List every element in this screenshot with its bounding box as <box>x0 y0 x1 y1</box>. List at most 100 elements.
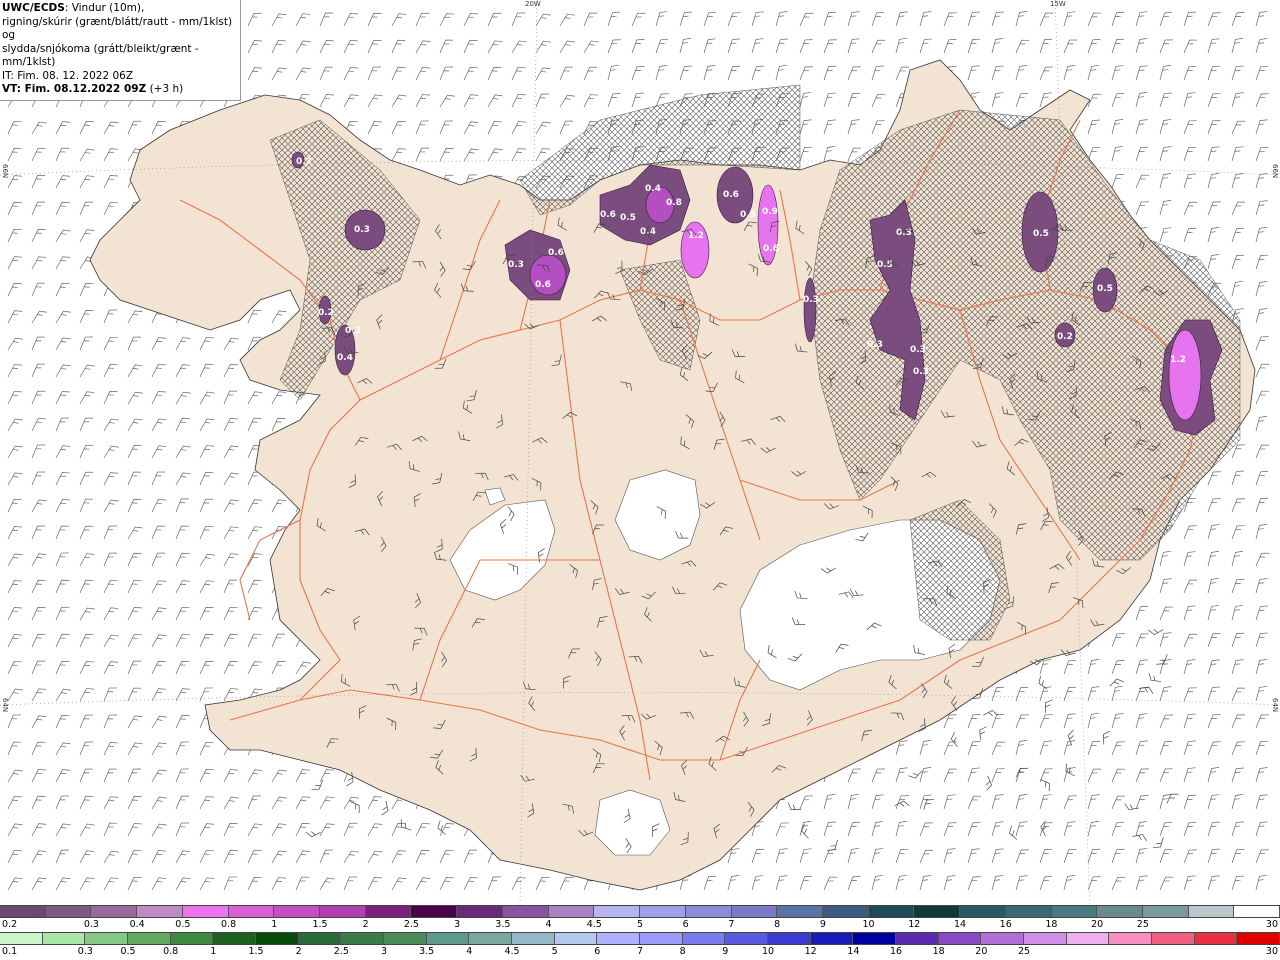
colorbar-swatch <box>725 933 769 944</box>
precip-value: 0.6 <box>723 190 739 200</box>
colorbar-swatch <box>594 906 641 917</box>
colorbar-label: 1.5 <box>248 946 264 957</box>
header-line-2: rigning/skúrir (grænt/blátt/rautt - mm/1… <box>2 15 233 42</box>
colorbar-swatch <box>426 933 470 944</box>
colorbar-swatch <box>1194 933 1238 944</box>
colorbar-swatch <box>597 933 641 944</box>
colorbar-swatch <box>85 933 129 944</box>
colorbar-label: 30 <box>1265 919 1278 930</box>
colorbar-label: 18 <box>932 946 945 957</box>
precip-value: 0.6 <box>763 244 779 254</box>
colorbar-label: 20 <box>1091 919 1104 930</box>
colorbar-label: 3 <box>454 919 461 930</box>
precip-value: 0.9 <box>762 207 778 217</box>
lat-label-64n-left: 64N <box>1 698 9 713</box>
colorbar-swatch <box>868 906 915 917</box>
precip-blob <box>1168 329 1202 421</box>
precip-value: 0.5 <box>740 210 756 220</box>
colorbar-swatch <box>938 933 982 944</box>
colorbar-swatch <box>1152 933 1195 944</box>
colorbar-label: 14 <box>953 919 967 930</box>
header-line-1: UWC/ECDS: Vindur (10m), <box>2 2 236 16</box>
colorbar-swatch <box>320 906 366 917</box>
colorbar-swatch <box>411 906 458 917</box>
colorbar-label: 12 <box>804 946 817 957</box>
colorbar-swatch <box>1051 906 1098 917</box>
map-canvas: 0.3 0.3 0.2 0.3 0.4 0.3 0.6 0.6 0.6 0.5 … <box>0 0 1280 905</box>
lat-label-66n-left: 66N <box>1 164 9 179</box>
colorbar-label: 16 <box>999 919 1012 930</box>
lon-label-20w: 20W <box>525 0 541 8</box>
precip-value: 0.3 <box>296 157 312 167</box>
colorbar-swatch <box>1005 906 1052 917</box>
rain-colorbar <box>0 932 1280 945</box>
colorbar-swatch <box>91 906 138 917</box>
colorbar-label: 0.3 <box>77 946 93 957</box>
colorbar-swatch <box>512 933 555 944</box>
colorbar-swatch <box>228 906 275 917</box>
colorbar-label: 1 <box>210 946 217 957</box>
colorbar-label: 25 <box>1017 946 1031 957</box>
colorbar-label: 2.5 <box>333 946 349 957</box>
colorbar-label: 5 <box>551 946 558 957</box>
colorbar-swatch <box>640 906 686 917</box>
colorbar-swatch <box>0 933 43 944</box>
colorbar-label: 4.5 <box>504 946 520 957</box>
colorbar-swatch <box>960 906 1006 917</box>
colorbar-swatch <box>1234 906 1280 917</box>
precip-value: 0.5 <box>877 260 893 270</box>
precip-value: 0.3 <box>910 345 926 355</box>
colorbar-swatch <box>1024 933 1067 944</box>
precip-value: 0.2 <box>1057 332 1073 342</box>
colorbar-swatch <box>457 906 503 917</box>
colorbar-label: 0.8 <box>163 946 179 957</box>
colorbar-swatch <box>768 933 811 944</box>
colorbar-label: 18 <box>1045 919 1058 930</box>
colorbar-label: 30 <box>1265 946 1278 957</box>
colorbar-label: 2 <box>295 946 302 957</box>
colorbar-label: 4 <box>545 919 552 930</box>
lon-label-15w: 15W <box>1050 0 1066 8</box>
precip-value: 0.4 <box>337 353 353 363</box>
precip-value: 0.5 <box>620 213 636 223</box>
colorbar-swatch <box>1142 906 1189 917</box>
colorbar-label: 1 <box>271 919 278 930</box>
colorbar-label: 0.8 <box>221 919 237 930</box>
colorbar-swatch <box>548 906 595 917</box>
colorbar-label: 16 <box>889 946 903 957</box>
valid-time-row: VT: Fim. 08.12.2022 09Z (+3 h) <box>2 83 236 97</box>
colorbar-swatch <box>682 933 726 944</box>
colorbar-label: 0.3 <box>83 919 99 930</box>
colorbar-label: 8 <box>679 946 686 957</box>
colorbar-swatch <box>1066 933 1110 944</box>
colorbar-label: 2 <box>362 919 369 930</box>
colorbar-swatch <box>469 933 513 944</box>
colorbar-swatch <box>42 933 86 944</box>
colorbar-swatch <box>0 906 46 917</box>
colorbar-swatch <box>128 933 171 944</box>
colorbar-swatch <box>45 906 92 917</box>
colorbar-swatch <box>896 933 939 944</box>
colorbar-swatch <box>822 906 869 917</box>
colorbar-swatch <box>981 933 1025 944</box>
colorbar-label: 7 <box>728 919 735 930</box>
colorbar-label: 7 <box>636 946 644 957</box>
precip-value: 0.3 <box>913 367 929 377</box>
precip-blob <box>803 277 817 343</box>
precip-value: 0.5 <box>1097 284 1113 294</box>
precip-value: 0.4 <box>645 184 661 194</box>
colorbar-swatch <box>914 906 961 917</box>
colorbar-label: 0.5 <box>120 946 136 957</box>
colorbar-label: 6 <box>682 919 689 930</box>
colorbar-label: 10 <box>761 946 775 957</box>
precip-value: 0.6 <box>535 280 551 290</box>
issue-time: IT: Fim. 08. 12. 2022 06Z <box>2 69 134 82</box>
colorbar-label: 8 <box>774 919 781 930</box>
colorbar-swatch <box>502 906 549 917</box>
colorbar-swatch <box>554 933 598 944</box>
colorbar-label: 12 <box>908 919 921 930</box>
precip-value: 0.6 <box>600 210 616 220</box>
colorbar-swatch <box>274 906 321 917</box>
colorbar-label: 3.5 <box>495 919 511 930</box>
precip-value: 0.3 <box>867 340 883 350</box>
